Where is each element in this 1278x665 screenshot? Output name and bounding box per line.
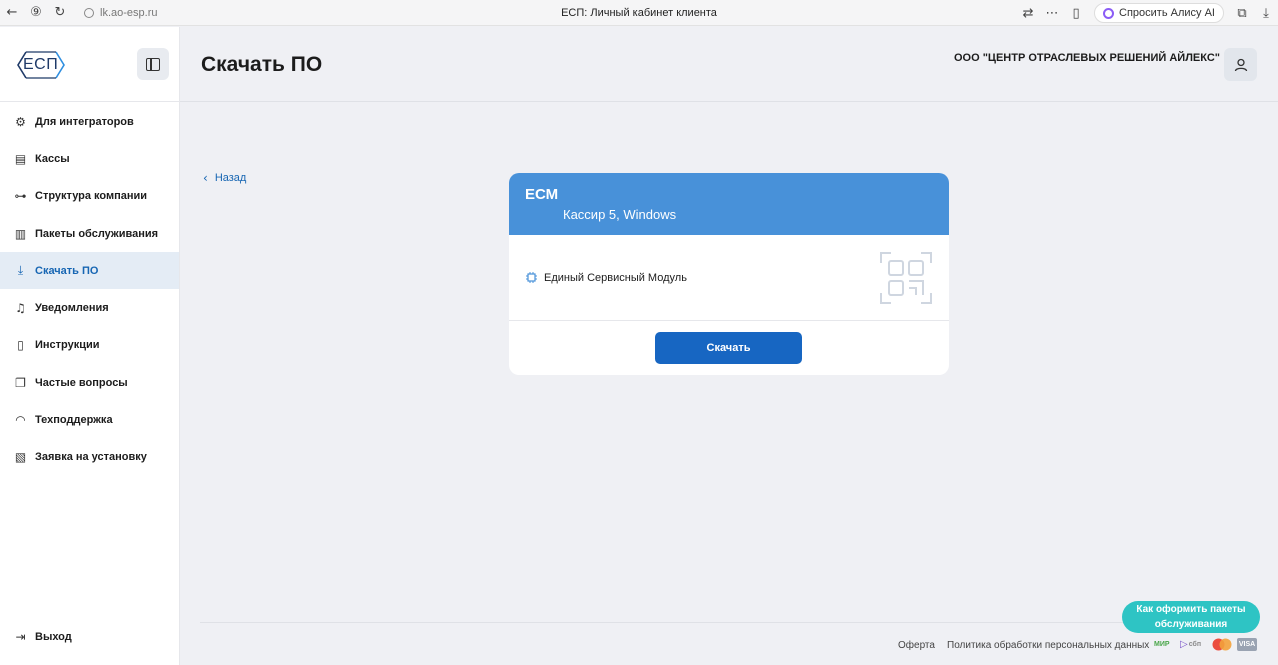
card-subtitle: Кассир 5, Windows <box>563 207 677 222</box>
qr-code-icon <box>880 252 932 304</box>
org-structure-icon: ⊶ <box>14 189 27 204</box>
yandex-icon[interactable]: ⑨ <box>24 0 48 26</box>
shield-icon <box>84 7 94 18</box>
visa-logo: VISA <box>1237 638 1257 651</box>
card-title: ЕСМ <box>525 186 559 203</box>
sidebar-item-faq[interactable]: ❐ Частые вопросы <box>0 364 179 401</box>
mastercard-logo <box>1211 638 1233 651</box>
sidebar-item-instructions[interactable]: ▯ Инструкции <box>0 327 179 364</box>
sidebar-panel-icon <box>146 57 160 71</box>
register-icon: ▤ <box>14 151 27 166</box>
card-divider <box>509 320 949 321</box>
sidebar-item-notifications[interactable]: ♫ Уведомления <box>0 289 179 326</box>
download-button[interactable]: Скачать <box>655 332 802 364</box>
translate-icon[interactable]: ⇄ <box>1016 0 1040 26</box>
company-name: ООО "ЦЕНТР ОТРАСЛЕВЫХ РЕШЕНИЙ АЙЛЕКС" <box>953 52 1220 64</box>
sidebar-item-installation-request[interactable]: ▧ Заявка на установку <box>0 439 179 476</box>
sidebar-item-registers[interactable]: ▤ Кассы <box>0 140 179 177</box>
reload-icon[interactable]: ↻ <box>48 0 72 26</box>
ask-alice-button[interactable]: Спросить Алису AI <box>1094 3 1224 23</box>
offer-link[interactable]: Оферта <box>898 640 935 651</box>
privacy-policy-link[interactable]: Политика обработки персональных данных <box>947 640 1149 651</box>
sidebar-item-label: Заявка на установку <box>35 451 147 464</box>
download-icon: ⤓ <box>17 263 24 278</box>
package-icon: ▥ <box>14 226 27 241</box>
sbp-arrow-icon: ▷ <box>1180 639 1188 650</box>
sbp-label: сбп <box>1188 641 1202 648</box>
headset-icon: ◠ <box>15 413 26 428</box>
mastercard-icon <box>1212 638 1232 651</box>
user-icon <box>1234 58 1247 71</box>
ask-alice-label: Спросить Алису AI <box>1119 7 1215 19</box>
browser-toolbar: ← ⑨ ↻ lk.ao-esp.ru ЕСП: Личный кабинет к… <box>0 0 1278 26</box>
bookmark-icon[interactable]: ▯ <box>1064 0 1088 26</box>
sidebar-item-label: Частые вопросы <box>35 376 128 389</box>
request-icon: ▧ <box>14 450 27 465</box>
bell-icon: ♫ <box>15 301 26 316</box>
address-bar[interactable]: lk.ao-esp.ru <box>78 3 258 23</box>
sidebar-item-label: Скачать ПО <box>35 264 99 277</box>
book-icon: ▯ <box>17 338 24 353</box>
puzzle-icon: ⚙ <box>15 114 26 129</box>
back-label: Назад <box>214 172 247 184</box>
module-row: Единый Сервисный Модуль <box>525 271 687 284</box>
back-arrow-icon[interactable]: ← <box>0 0 24 26</box>
card-header: ЕСМ Кассир 5, Windows <box>509 173 949 235</box>
alice-icon <box>1103 7 1115 19</box>
software-card: ЕСМ Кассир 5, Windows Единый Сервисный М… <box>509 173 949 375</box>
logout-button[interactable]: ⇥ Выход <box>0 619 179 655</box>
sidebar-divider <box>0 101 179 102</box>
sidebar-item-label: Техподдержка <box>35 414 113 427</box>
sidebar: ЕСП ⚙ Для интеграторов ▤ Кассы ⊶ Структу… <box>0 27 180 665</box>
mir-logo: МИР <box>1154 641 1170 648</box>
logout-label: Выход <box>35 631 72 643</box>
more-icon[interactable]: ⋯ <box>1040 0 1064 26</box>
downloads-icon[interactable]: ⤓ <box>1254 0 1278 26</box>
sidebar-item-label: Для интеграторов <box>35 115 134 128</box>
sidebar-item-label: Инструкции <box>35 339 100 352</box>
logo-text: ЕСП <box>23 56 59 73</box>
page-title: Скачать ПО <box>201 53 323 76</box>
logout-icon: ⇥ <box>15 630 26 644</box>
sidebar-item-company-structure[interactable]: ⊶ Структура компании <box>0 178 179 215</box>
chevron-left-icon: ‹ <box>203 171 208 185</box>
profile-button[interactable] <box>1224 48 1257 81</box>
footer-divider <box>200 622 1258 623</box>
sidebar-item-label: Пакеты обслуживания <box>35 227 159 240</box>
faq-icon: ❐ <box>15 375 26 390</box>
sidebar-item-label: Структура компании <box>35 190 148 203</box>
sidebar-item-service-packages[interactable]: ▥ Пакеты обслуживания <box>0 215 179 252</box>
sidebar-item-label: Уведомления <box>35 302 109 315</box>
header-divider <box>180 101 1278 102</box>
sbp-logo: ▷ сбп <box>1180 638 1201 651</box>
sidebar-item-label: Кассы <box>35 152 70 165</box>
url-text: lk.ao-esp.ru <box>100 6 158 19</box>
sidebar-item-support[interactable]: ◠ Техподдержка <box>0 401 179 438</box>
back-link[interactable]: ‹ Назад <box>203 171 246 185</box>
esp-logo[interactable]: ЕСП <box>14 50 68 80</box>
chip-icon <box>526 272 537 283</box>
collapse-sidebar-button[interactable] <box>137 48 169 80</box>
service-packages-help-button[interactable]: Как оформить пакеты обслуживания <box>1122 601 1260 633</box>
extensions-icon[interactable]: ⧉ <box>1230 0 1254 26</box>
sidebar-nav: ⚙ Для интеграторов ▤ Кассы ⊶ Структура к… <box>0 103 179 476</box>
sidebar-item-download-software[interactable]: ⤓ Скачать ПО <box>0 252 179 290</box>
module-label: Единый Сервисный Модуль <box>544 271 687 284</box>
sidebar-item-integrators[interactable]: ⚙ Для интеграторов <box>0 103 179 140</box>
